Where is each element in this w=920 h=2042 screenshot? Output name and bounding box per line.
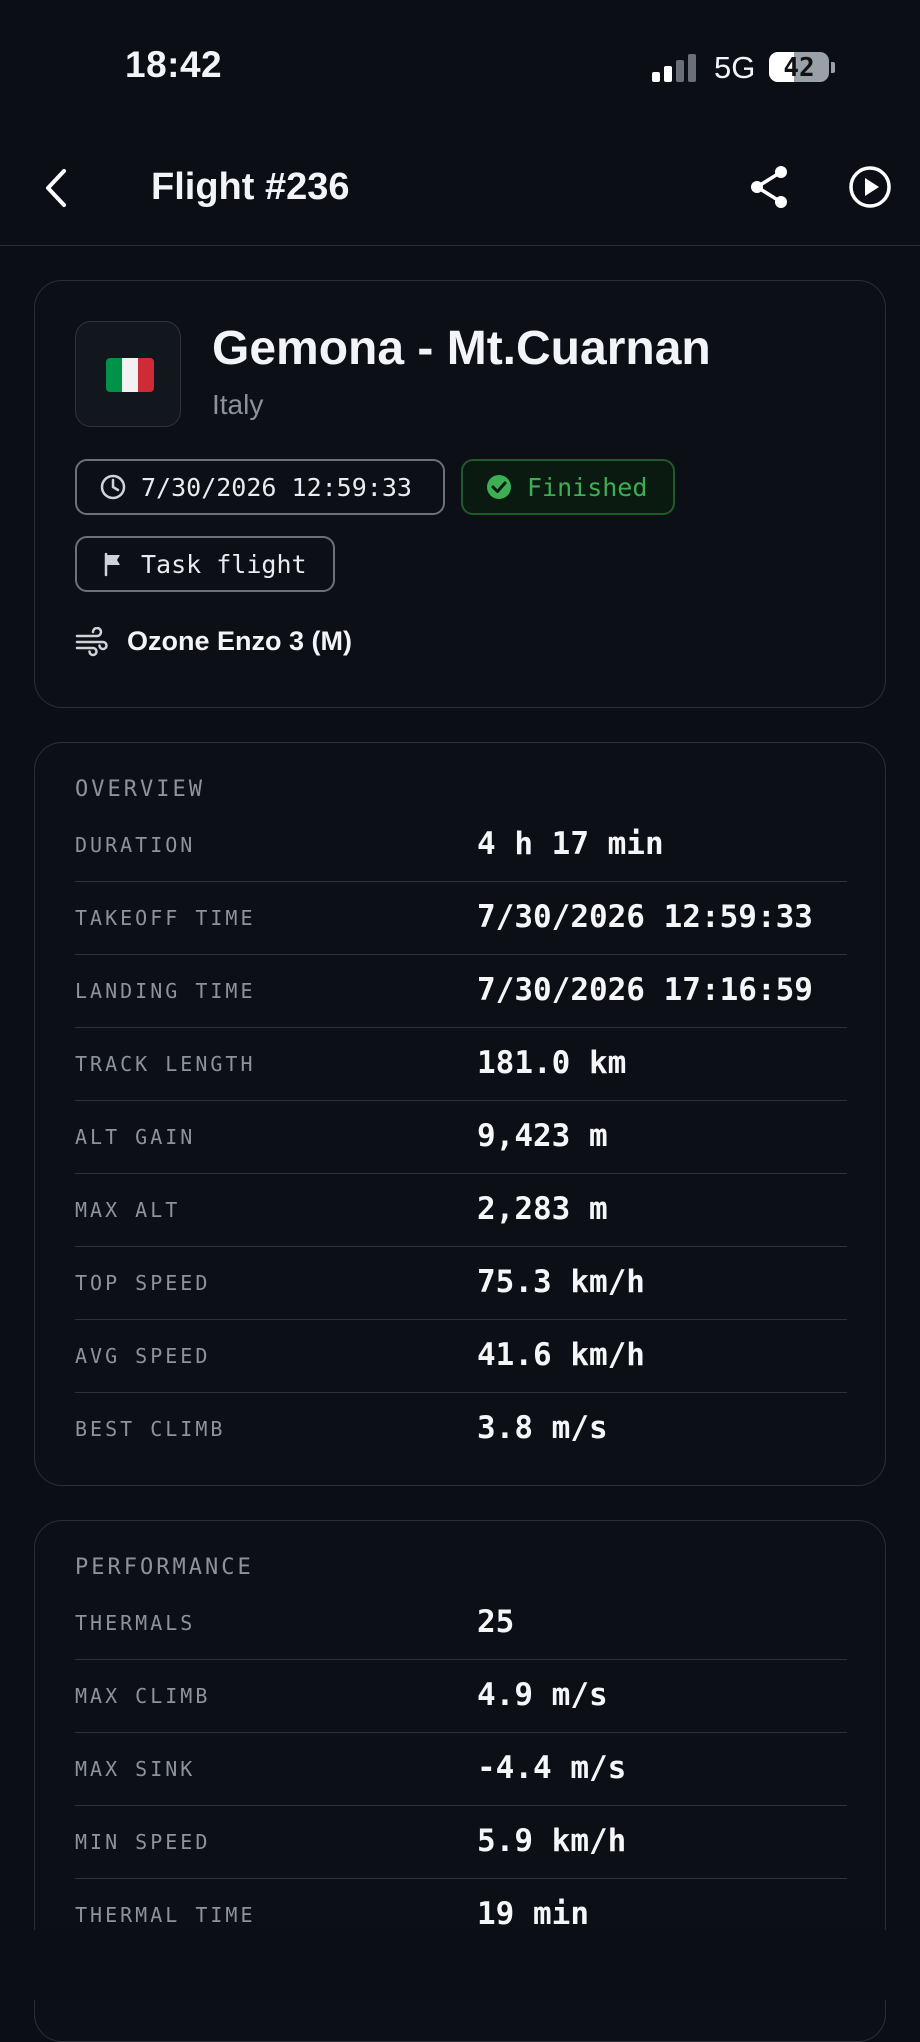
- back-button[interactable]: [34, 163, 84, 213]
- share-button[interactable]: [745, 162, 795, 212]
- stat-label: LANDING TIME: [75, 979, 256, 1003]
- check-circle-icon: [487, 475, 511, 499]
- status-badge-label: Finished: [527, 472, 648, 502]
- stat-label: ALT GAIN: [75, 1125, 196, 1149]
- stat-label: AVG SPEED: [75, 1344, 211, 1368]
- stat-label: DURATION: [75, 833, 196, 857]
- status-badge: Finished: [461, 459, 675, 515]
- overview-title: OVERVIEW: [75, 777, 205, 802]
- status-time: 18:42: [125, 44, 223, 85]
- stat-label: MIN SPEED: [75, 1830, 211, 1854]
- battery-level: 42: [783, 53, 815, 82]
- stat-value: 4.9 m/s: [477, 1677, 608, 1713]
- stat-row: LANDING TIME 7/30/2026 17:16:59: [75, 955, 847, 1028]
- stat-label: TRACK LENGTH: [75, 1052, 256, 1076]
- stat-value: 181.0 km: [477, 1045, 627, 1081]
- bottom-safe-area: [0, 1930, 920, 2000]
- stat-row: ALT GAIN 9,423 m: [75, 1101, 847, 1174]
- task-chip-label: Task flight: [141, 549, 307, 579]
- flag-container: [75, 321, 181, 427]
- battery-icon: 42: [769, 52, 829, 82]
- stat-value: 4 h 17 min: [477, 826, 664, 862]
- stat-row: BEST CLIMB 3.8 m/s: [75, 1393, 847, 1465]
- stat-value: 75.3 km/h: [477, 1264, 645, 1300]
- site-country: Italy: [212, 389, 264, 420]
- performance-title: PERFORMANCE: [75, 1555, 254, 1580]
- status-bar: 18:42 5G 42: [0, 0, 920, 130]
- stat-row: AVG SPEED 41.6 km/h: [75, 1320, 847, 1393]
- stat-row: THERMALS 25: [75, 1587, 847, 1660]
- stat-row: TAKEOFF TIME 7/30/2026 12:59:33: [75, 882, 847, 955]
- chevron-left-icon: [46, 169, 66, 207]
- stat-value: 2,283 m: [477, 1191, 608, 1227]
- play-circle-icon: [849, 166, 891, 208]
- task-chip: Task flight: [75, 536, 335, 592]
- date-chip-label: 7/30/2026 12:59:33: [141, 472, 412, 502]
- stat-row: MIN SPEED 5.9 km/h: [75, 1806, 847, 1879]
- stat-value: 19 min: [477, 1896, 589, 1932]
- stat-label: MAX SINK: [75, 1757, 196, 1781]
- italy-flag-icon: [106, 358, 154, 392]
- stat-label: TOP SPEED: [75, 1271, 211, 1295]
- network-type: 5G: [714, 50, 756, 85]
- stat-value: 41.6 km/h: [477, 1337, 645, 1373]
- stat-label: BEST CLIMB: [75, 1417, 226, 1441]
- page-title: Flight #236: [151, 166, 350, 208]
- glider-info: Ozone Enzo 3 (M): [75, 626, 352, 657]
- stat-label: THERMALS: [75, 1611, 196, 1635]
- flag-icon: [104, 552, 120, 577]
- overview-card: OVERVIEW DURATION 4 h 17 min TAKEOFF TIME…: [34, 742, 886, 1486]
- stat-value: 3.8 m/s: [477, 1410, 608, 1446]
- replay-button[interactable]: [845, 162, 895, 212]
- performance-stats: THERMALS 25 MAX CLIMB 4.9 m/s MAX SINK -4.4…: [75, 1587, 847, 1951]
- site-name: Gemona - Mt.Cuarnan: [212, 322, 711, 375]
- signal-icon: [652, 54, 700, 82]
- share-icon: [751, 166, 787, 208]
- glider-name: Ozone Enzo 3 (M): [127, 626, 352, 656]
- date-chip: 7/30/2026 12:59:33: [75, 459, 445, 515]
- stat-value: 25: [477, 1604, 515, 1640]
- stat-row: MAX SINK -4.4 m/s: [75, 1733, 847, 1806]
- stat-label: THERMAL TIME: [75, 1903, 256, 1927]
- stat-row: TRACK LENGTH 181.0 km: [75, 1028, 847, 1101]
- stat-label: TAKEOFF TIME: [75, 906, 256, 930]
- stat-value: 5.9 km/h: [477, 1823, 627, 1859]
- stat-value: 9,423 m: [477, 1118, 608, 1154]
- stat-value: 7/30/2026 12:59:33: [477, 899, 813, 935]
- stat-row: TOP SPEED 75.3 km/h: [75, 1247, 847, 1320]
- stat-label: MAX ALT: [75, 1198, 181, 1222]
- stat-value: 7/30/2026 17:16:59: [477, 972, 813, 1008]
- app-header: Flight #236: [0, 130, 920, 246]
- stat-row: MAX CLIMB 4.9 m/s: [75, 1660, 847, 1733]
- wind-icon: [75, 626, 108, 656]
- stat-row: DURATION 4 h 17 min: [75, 809, 847, 882]
- overview-stats: DURATION 4 h 17 min TAKEOFF TIME 7/30/2026…: [75, 809, 847, 1465]
- stat-row: MAX ALT 2,283 m: [75, 1174, 847, 1247]
- clock-icon: [100, 474, 126, 500]
- flight-summary-card: Gemona - Mt.Cuarnan Italy 7/30/2026 12:5…: [34, 280, 886, 708]
- stat-label: MAX CLIMB: [75, 1684, 211, 1708]
- stat-value: -4.4 m/s: [477, 1750, 627, 1786]
